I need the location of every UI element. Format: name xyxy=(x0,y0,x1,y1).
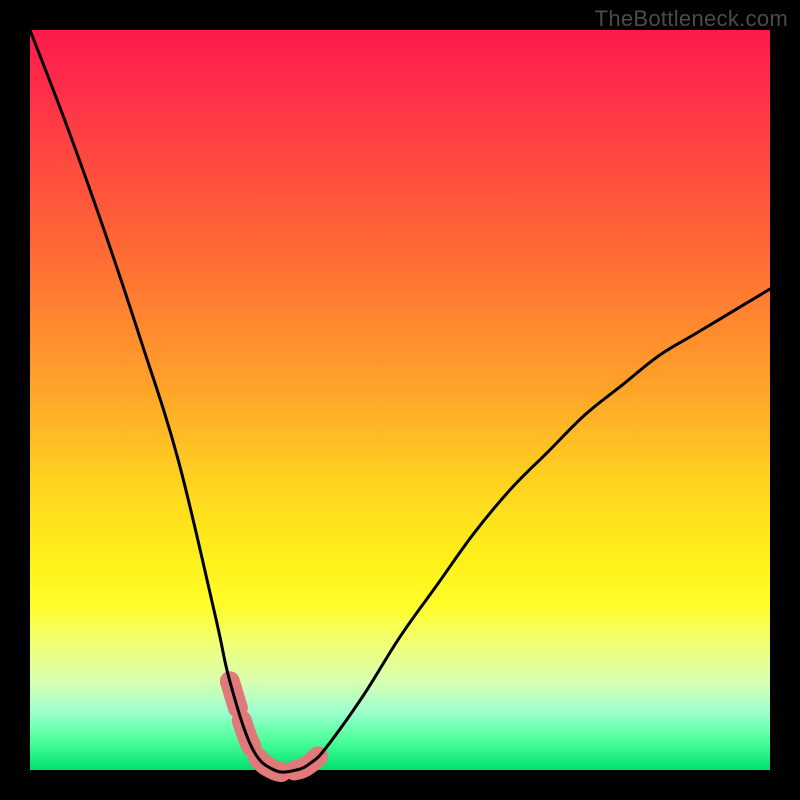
bottleneck-curve xyxy=(30,30,770,772)
watermark-text: TheBottleneck.com xyxy=(595,6,788,32)
plot-area xyxy=(30,30,770,770)
curve-svg xyxy=(30,30,770,770)
chart-frame: TheBottleneck.com xyxy=(0,0,800,800)
